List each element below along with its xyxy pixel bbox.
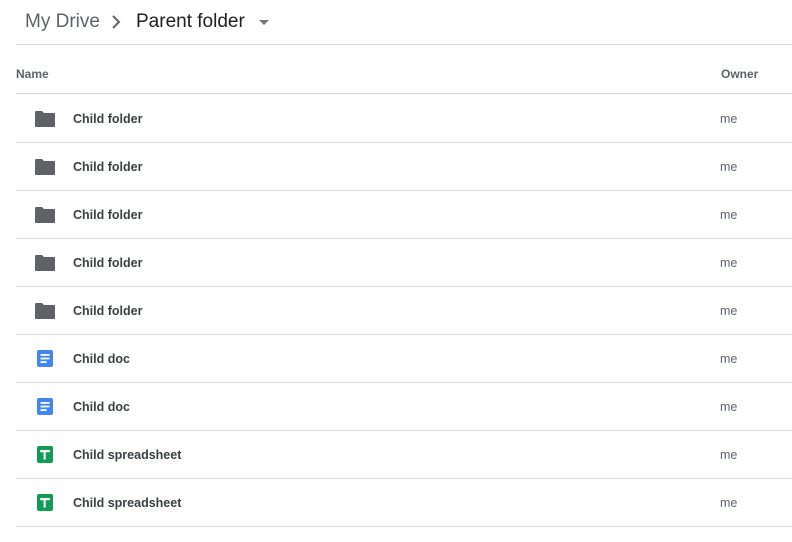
file-row[interactable]: Child folder me: [16, 239, 792, 287]
file-owner: me: [720, 112, 738, 126]
column-header-owner: Owner: [721, 67, 759, 81]
file-row[interactable]: Child folder me: [16, 287, 792, 335]
folder-icon: [34, 253, 56, 273]
google-docs-icon: [34, 349, 56, 369]
breadcrumb-my-drive[interactable]: My Drive: [17, 10, 108, 34]
file-row[interactable]: Child folder me: [16, 95, 792, 143]
folder-icon: [34, 109, 56, 129]
file-name: Child folder: [73, 160, 143, 174]
file-owner: me: [720, 256, 738, 270]
file-row[interactable]: Child doc me: [16, 335, 792, 383]
file-row[interactable]: Child folder me: [16, 143, 792, 191]
file-name: Child folder: [73, 256, 143, 270]
file-owner: me: [720, 448, 738, 462]
file-row[interactable]: Child doc me: [16, 383, 792, 431]
file-name: Child spreadsheet: [73, 496, 182, 510]
breadcrumb-parent-folder[interactable]: Parent folder: [128, 10, 281, 34]
file-owner: me: [720, 304, 738, 318]
google-docs-icon: [34, 397, 56, 417]
file-owner: me: [720, 400, 738, 414]
file-owner: me: [720, 208, 738, 222]
file-name: Child folder: [73, 208, 143, 222]
google-sheets-icon: [34, 493, 56, 513]
file-name: Child doc: [73, 352, 130, 366]
file-list: Child folder me Child folder me Child folder…: [16, 95, 792, 527]
breadcrumb-current-label: Parent folder: [136, 11, 245, 32]
file-owner: me: [720, 352, 738, 366]
file-row[interactable]: Child spreadsheet me: [16, 431, 792, 479]
file-owner: me: [720, 496, 738, 510]
file-list-header: Name Owner: [16, 46, 792, 94]
file-name: Child doc: [73, 400, 130, 414]
file-name: Child spreadsheet: [73, 448, 182, 462]
file-name: Child folder: [73, 112, 143, 126]
chevron-right-icon: [112, 15, 121, 29]
folder-icon: [34, 157, 56, 177]
caret-down-icon: [258, 20, 269, 25]
file-owner: me: [720, 160, 738, 174]
column-header-name[interactable]: Name: [16, 67, 49, 81]
folder-icon: [34, 301, 56, 321]
file-row[interactable]: Child spreadsheet me: [16, 479, 792, 527]
breadcrumb: My Drive Parent folder: [16, 0, 792, 45]
folder-icon: [34, 205, 56, 225]
file-name: Child folder: [73, 304, 143, 318]
file-row[interactable]: Child folder me: [16, 191, 792, 239]
google-sheets-icon: [34, 445, 56, 465]
